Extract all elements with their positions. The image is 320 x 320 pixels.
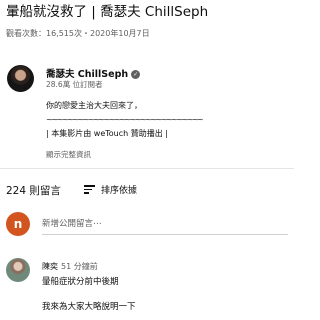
- sort-label: 排序依據: [101, 186, 138, 196]
- sort-icon: [84, 183, 95, 195]
- comment-count: 224 則留言: [6, 185, 61, 197]
- comment-text: 暈船症狀分前中後期: [42, 277, 119, 287]
- commenter-avatar[interactable]: [6, 258, 30, 282]
- video-title: 暈船就沒救了 | 喬瑟夫 ChillSeph: [6, 4, 209, 20]
- comment-author[interactable]: 陳奕: [42, 262, 58, 271]
- show-more-button[interactable]: 顯示完整資訊: [46, 149, 91, 160]
- add-comment-input[interactable]: [42, 216, 288, 232]
- channel-name[interactable]: 喬瑟夫 ChillSeph ✓: [46, 66, 141, 80]
- verified-check-icon: ✓: [131, 70, 141, 79]
- comment-text: 我來為大家大略說明一下: [42, 302, 136, 312]
- video-meta: 觀看次數：16,515次・2020年10月7日: [6, 29, 150, 38]
- channel-avatar[interactable]: [7, 65, 34, 92]
- user-avatar: n: [6, 212, 30, 236]
- input-underline: [42, 234, 288, 235]
- description-line: 你的戀愛主治大夫回來了，: [46, 101, 142, 110]
- sort-button[interactable]: 排序依據: [84, 183, 137, 196]
- subscriber-count: 28.6萬 位訂閱者: [46, 80, 103, 89]
- comment-time[interactable]: 51 分鐘前: [61, 262, 98, 271]
- video-description: 你的戀愛主治大夫回來了， ~~~~~~~~~~~~~~~~~~~~~~~~~~~…: [46, 99, 204, 141]
- comment-header: 陳奕 51 分鐘前: [42, 261, 98, 272]
- divider: [0, 168, 294, 169]
- description-line: ~~~~~~~~~~~~~~~~~~~~~~~~~~~~~~: [46, 115, 204, 124]
- description-line: | 本集影片由 weTouch 贊助播出 |: [46, 129, 168, 138]
